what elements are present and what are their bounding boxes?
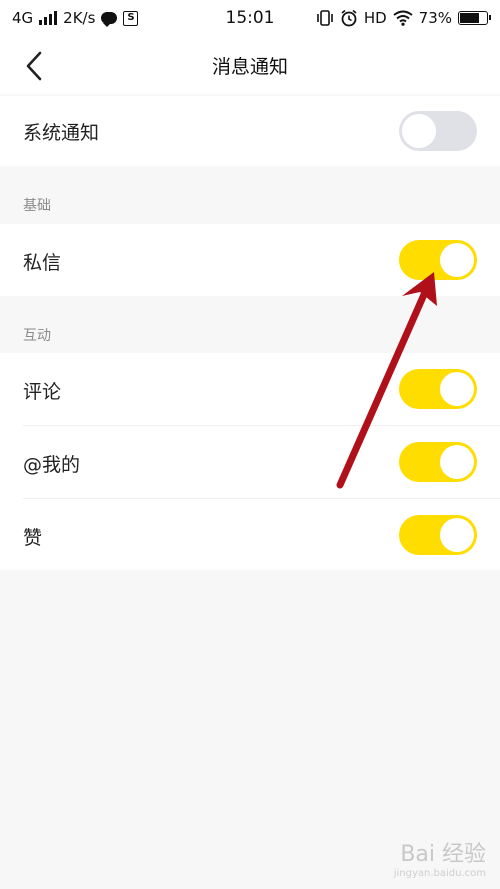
section-header-basic: 基础 (23, 198, 51, 214)
alarm-icon (341, 9, 357, 27)
system-notification-toggle[interactable] (399, 111, 477, 151)
watermark-main: Bai 经验 (400, 842, 486, 867)
comment-row: 评论 (0, 353, 500, 425)
like-label: 赞 (23, 527, 43, 549)
network-type: 4G (12, 9, 34, 27)
toggle-knob (440, 372, 474, 406)
mention-label: @我的 (23, 454, 81, 476)
wifi-icon (393, 10, 413, 26)
comment-label: 评论 (23, 381, 62, 403)
nav-bar: 消息通知 (0, 36, 500, 94)
private-message-toggle[interactable] (399, 240, 477, 280)
vibrate-icon (317, 10, 333, 26)
mention-row: @我的 (0, 426, 500, 498)
private-message-label: 私信 (23, 252, 62, 274)
status-bar: 4G 2K/s S 15:01 HD 73% (0, 0, 500, 36)
mention-toggle[interactable] (399, 442, 477, 482)
toggle-knob (440, 518, 474, 552)
system-notification-row: 系统通知 (0, 96, 500, 166)
sim-box-icon: S (123, 10, 139, 26)
page-title: 消息通知 (211, 56, 288, 78)
message-bubble-icon (101, 12, 118, 27)
interaction-group: 评论 @我的 赞 (0, 353, 500, 570)
status-bar-left: 4G 2K/s S (12, 9, 139, 27)
signal-icon (39, 11, 58, 25)
status-bar-right: HD 73% (316, 9, 491, 27)
notification-settings-page: 4G 2K/s S 15:01 HD 73% 消息通知 系统通知 基础 私信 互… (0, 0, 500, 889)
hd-indicator: HD (363, 9, 387, 27)
battery-percent: 73% (418, 9, 452, 27)
like-toggle[interactable] (399, 515, 477, 555)
section-header-interaction: 互动 (23, 328, 51, 344)
battery-icon (458, 11, 491, 25)
private-message-row: 私信 (0, 224, 500, 296)
watermark-sub: jingyan.baidu.com (393, 868, 486, 879)
toggle-knob (402, 114, 436, 148)
watermark: Bai 经验 jingyan.baidu.com (394, 836, 486, 879)
like-row: 赞 (0, 499, 500, 570)
toggle-knob (440, 445, 474, 479)
system-notification-label: 系统通知 (23, 122, 100, 144)
comment-toggle[interactable] (399, 369, 477, 409)
toggle-knob (440, 243, 474, 277)
network-speed: 2K/s (63, 9, 96, 27)
